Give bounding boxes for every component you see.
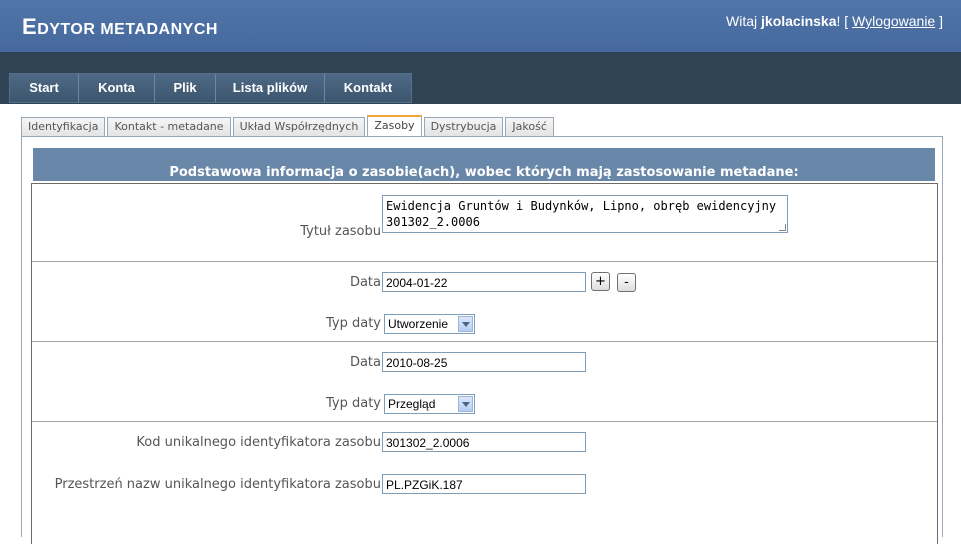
nav-plik[interactable]: Plik [155,74,216,102]
tab-zasoby[interactable]: Zasoby [367,115,422,136]
row-divider [32,421,937,422]
date-type-select-1[interactable]: Utworzenie [384,314,475,334]
identifier-namespace-input[interactable]: PL.PZGiK.187 [382,474,586,494]
app-title-rest: DYTOR METADANYCH [37,21,218,38]
date-type-select-2[interactable]: Przegląd [384,394,475,414]
row-divider [32,341,937,342]
identifier-namespace-label: Przestrzeń nazw unikalnego identyfikator… [54,477,381,492]
chevron-down-icon[interactable] [458,316,473,332]
date-type-value-2: Przegląd [388,397,436,411]
app-header: EDYTOR METADANYCH Witaj jkolacinska! [ W… [0,0,961,52]
resource-title-value: Ewidencja Gruntów i Budynków, Lipno, obr… [386,199,777,229]
date-label-1: Data [349,275,381,290]
identifier-code-input[interactable]: 301302_2.0006 [382,432,586,452]
nav-konta[interactable]: Konta [79,74,155,102]
app-title: EDYTOR METADANYCH [22,14,218,40]
date-type-value-1: Utworzenie [388,317,449,331]
remove-date-button[interactable]: - [617,273,636,292]
username: jkolacinska [761,13,837,29]
nav-lista-plikow[interactable]: Lista plików [216,74,325,102]
tab-panel: Podstawowa informacja o zasobie(ach), wo… [21,136,943,544]
resize-grip-icon[interactable] [779,224,786,231]
date-type-label-1: Typ daty [325,316,381,331]
resource-form: Ewidencja Gruntów i Budynków, Lipno, obr… [31,183,938,544]
tab-identyfikacja[interactable]: Identyfikacja [21,117,106,136]
nav-start[interactable]: Start [10,74,79,102]
main-nav: Start Konta Plik Lista plików Kontakt [9,73,412,103]
app-title-initial: E [22,14,38,39]
add-date-button[interactable]: + [591,272,610,291]
date-input-2[interactable]: 2010-08-25 [382,352,586,372]
tab-dystrybucja[interactable]: Dystrybucja [423,117,504,136]
tab-jakosc[interactable]: Jakość [505,117,554,136]
section-header: Podstawowa informacja o zasobie(ach), wo… [33,148,935,181]
tab-kontakt-metadane[interactable]: Kontakt - metadane [107,117,231,136]
welcome-close-bracket: ] [935,13,943,29]
row-divider [32,261,937,262]
section-title: Podstawowa informacja o zasobie(ach), wo… [169,165,799,180]
tab-bar: Identyfikacja Kontakt - metadane Układ W… [21,115,556,136]
date-type-label-2: Typ daty [325,396,381,411]
nav-kontakt[interactable]: Kontakt [325,74,411,102]
resource-title-label: Tytuł zasobu [300,224,381,239]
date-input-1[interactable]: 2004-01-22 [382,272,586,292]
resource-title-textarea[interactable]: Ewidencja Gruntów i Budynków, Lipno, obr… [382,195,788,233]
chevron-down-icon[interactable] [458,396,473,412]
identifier-code-label: Kod unikalnego identyfikatora zasobu [136,435,381,450]
logout-link[interactable]: Wylogowanie [852,13,935,29]
date-label-2: Data [349,355,381,370]
welcome-punct: ! [ [836,13,853,29]
greeting: Witaj [726,13,762,29]
welcome-text: Witaj jkolacinska! [ Wylogowanie ] [726,13,943,29]
tab-uklad-wspolrzednych[interactable]: Układ Współrzędnych [232,117,366,136]
